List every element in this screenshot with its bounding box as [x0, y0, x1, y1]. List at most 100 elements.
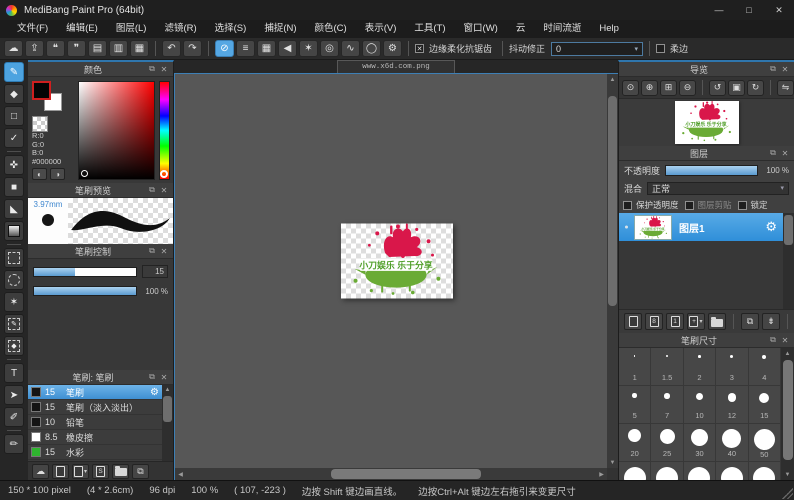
- popout-icon[interactable]: ⧉: [146, 185, 158, 195]
- brush-list-item[interactable]: 10 铅笔: [28, 415, 162, 430]
- menu-cloud[interactable]: 云: [507, 20, 535, 38]
- script-brush-button[interactable]: S: [92, 464, 109, 479]
- brush-list-item[interactable]: 15 笔刷 ⚙: [28, 385, 162, 400]
- document-tab[interactable]: www.x6d.com.png: [337, 60, 455, 73]
- close-icon[interactable]: ✕: [779, 65, 791, 74]
- flip-button[interactable]: ⇋: [777, 80, 794, 96]
- zoom-out-button[interactable]: ⊖: [679, 80, 696, 96]
- close-icon[interactable]: ✕: [779, 336, 791, 345]
- comment-button[interactable]: ❝: [46, 40, 65, 57]
- curve-tool[interactable]: ✓: [4, 128, 24, 148]
- gear-icon[interactable]: ⚙: [150, 387, 159, 398]
- canvas-viewport[interactable]: ▲ ▼ ◀ ▶: [174, 73, 618, 480]
- snap-radial-button[interactable]: ✶: [299, 40, 318, 57]
- brush-size-option[interactable]: 50: [749, 424, 781, 462]
- snap-settings-button[interactable]: ⚙: [383, 40, 402, 57]
- brush-size-option[interactable]: [619, 462, 651, 480]
- scrollbar-thumb[interactable]: [784, 215, 793, 245]
- color-swatches[interactable]: [32, 81, 66, 113]
- zoom-fit-button[interactable]: ⊞: [660, 80, 677, 96]
- select-tool[interactable]: [4, 248, 24, 268]
- snap-parallel-button[interactable]: ≡: [236, 40, 255, 57]
- lasso-tool[interactable]: [4, 270, 24, 290]
- snap-ellipse-button[interactable]: ◯: [362, 40, 381, 57]
- brush-size-option[interactable]: 3: [716, 348, 748, 386]
- close-icon[interactable]: ✕: [158, 186, 170, 195]
- select-pen-tool[interactable]: ✎: [4, 314, 24, 334]
- material-grid-button[interactable]: ▦: [130, 40, 149, 57]
- menu-help[interactable]: Help: [590, 20, 628, 38]
- menu-timelapse[interactable]: 时间流逝: [534, 20, 590, 38]
- menu-snap[interactable]: 捕捉(N): [255, 20, 305, 38]
- maximize-button[interactable]: □: [734, 0, 764, 20]
- snap-vanish-button[interactable]: ◀: [278, 40, 297, 57]
- soft-edge-checkbox[interactable]: [656, 44, 665, 53]
- transparent-color-swatch[interactable]: [32, 116, 48, 132]
- shape-tool[interactable]: ■: [4, 177, 24, 197]
- scroll-up-icon[interactable]: ▲: [781, 348, 794, 359]
- scrollbar-thumb[interactable]: [331, 469, 481, 479]
- gradient-tool[interactable]: [4, 221, 24, 241]
- new-1bit-layer-button[interactable]: 1: [666, 313, 684, 330]
- operation-tool[interactable]: ➤: [4, 385, 24, 405]
- popout-icon[interactable]: ⧉: [146, 246, 158, 256]
- menu-select[interactable]: 选择(S): [206, 20, 256, 38]
- new-layer-button[interactable]: [624, 313, 642, 330]
- brush-size-option[interactable]: 1.5: [651, 348, 683, 386]
- scrollbar-thumb[interactable]: [783, 360, 793, 460]
- zoom-reset-button[interactable]: ⊙: [622, 80, 639, 96]
- brush-size-option[interactable]: 12: [716, 386, 748, 424]
- layer-item[interactable]: ● 图层1 ⚙: [619, 213, 783, 241]
- brush-size-option[interactable]: 30: [684, 424, 716, 462]
- brush-size-option[interactable]: 7: [651, 386, 683, 424]
- cloud-button[interactable]: ☁: [4, 40, 23, 57]
- resize-grip[interactable]: [782, 488, 793, 499]
- brush-size-option[interactable]: 40: [716, 424, 748, 462]
- popout-icon[interactable]: ⧉: [146, 372, 158, 382]
- hand-tool[interactable]: ✏: [4, 434, 24, 454]
- antialias-checkbox[interactable]: ✕: [415, 44, 424, 53]
- brush-sizes-scrollbar[interactable]: ▲ ▼: [781, 348, 794, 480]
- brush-tool[interactable]: ✎: [4, 62, 24, 82]
- foreground-color-swatch[interactable]: [32, 81, 51, 100]
- chat-button[interactable]: ❞: [67, 40, 86, 57]
- brush-list-item[interactable]: 8.5 橡皮擦: [28, 430, 162, 445]
- brush-list-item[interactable]: 15 水彩: [28, 445, 162, 460]
- brush-size-slider[interactable]: [33, 267, 137, 277]
- menu-tools[interactable]: 工具(T): [405, 20, 454, 38]
- brush-list-item[interactable]: 15 笔刷（淡入淡出）: [28, 400, 162, 415]
- protect-alpha-checkbox[interactable]: [623, 201, 632, 210]
- brush-size-option[interactable]: 15: [749, 386, 781, 424]
- zoom-in-button[interactable]: ⊕: [641, 80, 658, 96]
- popout-icon[interactable]: ⧉: [146, 64, 158, 74]
- brush-opacity-slider[interactable]: [33, 286, 137, 296]
- saturation-cursor[interactable]: [81, 170, 88, 177]
- scroll-down-icon[interactable]: ▼: [607, 457, 618, 468]
- dot-tool[interactable]: □: [4, 106, 24, 126]
- scroll-down-icon[interactable]: ▼: [781, 469, 794, 480]
- layer-opacity-slider[interactable]: [665, 165, 758, 176]
- menu-color[interactable]: 颜色(C): [306, 20, 356, 38]
- brush-size-option[interactable]: 5: [619, 386, 651, 424]
- clipping-checkbox[interactable]: [685, 201, 694, 210]
- text-tool[interactable]: T: [4, 363, 24, 383]
- duplicate-layer-button[interactable]: ⧉: [741, 313, 759, 330]
- brush-size-option[interactable]: 25: [651, 424, 683, 462]
- snap-off-button[interactable]: ⊘: [215, 40, 234, 57]
- vertical-scrollbar[interactable]: ▲ ▼: [607, 74, 618, 468]
- brush-size-option[interactable]: [684, 462, 716, 480]
- undo-button[interactable]: ↶: [162, 40, 181, 57]
- menu-file[interactable]: 文件(F): [8, 20, 57, 38]
- merge-layer-button[interactable]: ⇟: [762, 313, 780, 330]
- layer-list-scrollbar[interactable]: [783, 213, 794, 309]
- bucket-tool[interactable]: ◣: [4, 199, 24, 219]
- snap-grid-button[interactable]: ▦: [257, 40, 276, 57]
- close-button[interactable]: ✕: [764, 0, 794, 20]
- rotate-left-button[interactable]: ↺: [709, 80, 726, 96]
- move-tool[interactable]: ✜: [4, 155, 24, 175]
- cloud-brush-button[interactable]: ☁: [32, 464, 49, 479]
- new-8bit-layer-button[interactable]: 8: [645, 313, 663, 330]
- eraser-tool[interactable]: ◆: [4, 84, 24, 104]
- scroll-left-icon[interactable]: ◀: [175, 468, 186, 480]
- publish-button[interactable]: ⇪: [25, 40, 44, 57]
